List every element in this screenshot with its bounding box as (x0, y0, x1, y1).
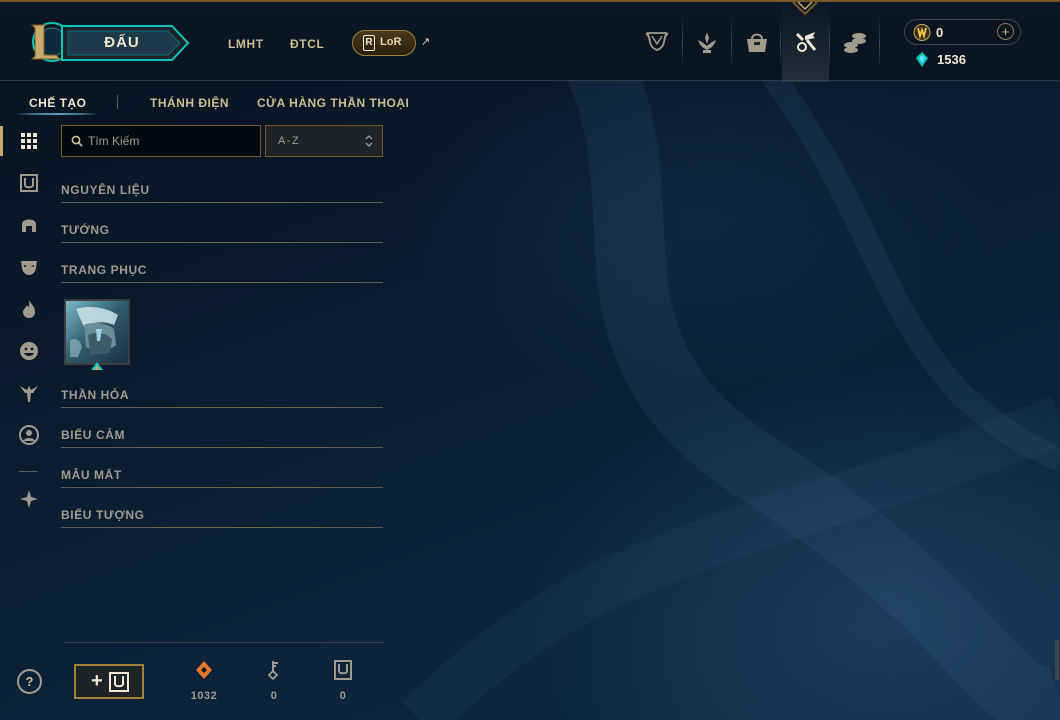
tab-crafting[interactable]: CHẾ TẠO (29, 96, 87, 110)
rp-value: 0 (936, 25, 944, 40)
separator (731, 16, 732, 70)
footer-divider (63, 642, 385, 643)
orange-essence-icon (196, 661, 212, 679)
rail-separator (19, 471, 38, 472)
profile-icon[interactable] (18, 424, 40, 446)
lor-logo-icon: R (363, 35, 375, 51)
category-emotes[interactable]: BIỂU CẢM (61, 428, 125, 442)
tab-sanctum[interactable]: THÁNH ĐIỆN (150, 96, 229, 110)
category-eye-patterns[interactable]: MẪU MẮT (61, 468, 122, 482)
chevron-down-icon (792, 1, 818, 16)
category-divider (61, 407, 383, 408)
orange-essence-value: 1032 (190, 690, 218, 702)
category-divider (61, 527, 383, 528)
buy-rp-button[interactable]: + (997, 23, 1014, 40)
chest-icon[interactable] (18, 172, 40, 194)
chest-count-value: 0 (339, 690, 347, 702)
category-divider (61, 447, 383, 448)
top-navigation-bar: ĐẤU LMHT ĐTCL R LoR ↗ 0 + 1536 (0, 0, 1060, 82)
add-chest-button[interactable]: + (74, 664, 144, 699)
lor-launch-button[interactable]: R LoR (352, 30, 416, 56)
category-divider (61, 242, 383, 243)
lor-label: LoR (380, 36, 402, 48)
tab-active-underline (16, 113, 98, 115)
category-divider (61, 487, 383, 488)
category-champions[interactable]: TƯỚNG (61, 223, 110, 237)
store-bag-icon[interactable] (743, 28, 771, 56)
key-fragment-value: 0 (270, 690, 278, 702)
category-skins[interactable]: TRANG PHỤC (61, 263, 147, 277)
separator (780, 16, 781, 70)
helmet-icon[interactable] (18, 214, 40, 236)
nav-dtcl[interactable]: ĐTCL (290, 37, 324, 51)
separator (829, 16, 830, 70)
help-button[interactable]: ? (17, 669, 42, 694)
blue-essence-icon (916, 52, 928, 67)
play-button[interactable]: ĐẤU (70, 24, 174, 62)
flame-icon[interactable] (18, 298, 40, 320)
blue-essence-spark-icon[interactable] (18, 488, 40, 510)
blue-essence-value: 1536 (937, 52, 966, 67)
rail-active-indicator (0, 126, 3, 156)
tab-separator (117, 95, 118, 109)
external-link-icon: ↗ (421, 36, 431, 48)
mask-icon[interactable] (18, 256, 40, 278)
grid-icon[interactable] (18, 130, 40, 152)
chest-icon (109, 672, 129, 692)
skin-shard-tile[interactable] (64, 299, 130, 365)
coins-icon[interactable] (841, 28, 869, 56)
nav-lmht[interactable]: LMHT (228, 37, 264, 51)
plus-icon: + (91, 670, 103, 692)
search-icon (71, 135, 83, 147)
category-icons[interactable]: BIỂU TƯỢNG (61, 508, 145, 522)
trophy-icon[interactable] (643, 28, 671, 56)
separator (682, 16, 683, 70)
scrollbar-edge (1055, 640, 1059, 680)
ward-icon[interactable] (18, 382, 40, 404)
sort-arrows-icon (365, 135, 373, 147)
category-ward-skins[interactable]: THẦN HỎA (61, 388, 129, 402)
shard-rarity-marker-icon (91, 362, 103, 370)
emote-face-icon[interactable] (18, 340, 40, 362)
category-divider (61, 202, 383, 203)
crafting-hammer-icon[interactable] (791, 28, 819, 56)
sort-selected-value: A-Z (278, 135, 301, 147)
chest-icon (334, 660, 352, 680)
category-divider (61, 282, 383, 283)
tab-mythic-shop[interactable]: CỬA HÀNG THẦN THOẠI (257, 96, 409, 110)
key-icon (267, 661, 279, 680)
rp-icon (913, 24, 931, 41)
sort-dropdown[interactable]: A-Z (265, 125, 383, 157)
category-materials[interactable]: NGUYÊN LIỆU (61, 183, 150, 197)
rank-icon[interactable] (693, 28, 721, 56)
search-box (61, 125, 261, 157)
skin-shard-art (66, 301, 128, 363)
search-input[interactable] (88, 126, 258, 156)
separator (879, 16, 880, 70)
